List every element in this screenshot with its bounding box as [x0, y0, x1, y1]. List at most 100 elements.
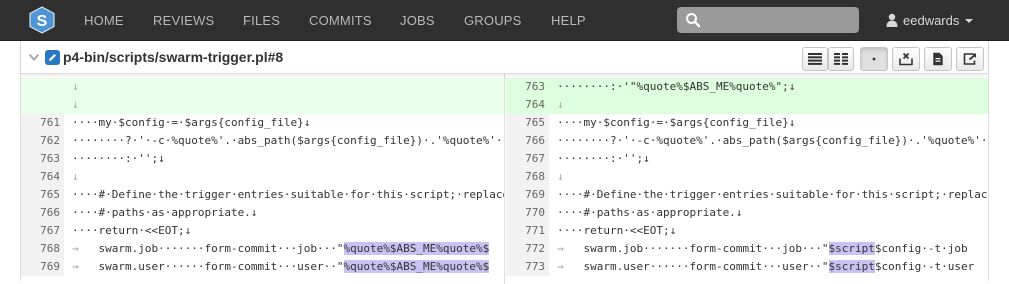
line-number: 768 [506, 168, 549, 186]
edit-icon [45, 50, 60, 65]
nav-jobs[interactable]: JOBS [400, 0, 435, 41]
share-icon [963, 53, 976, 65]
line-number: 763 [21, 150, 64, 168]
svg-text:S: S [37, 13, 48, 30]
diff-row: 768 → swarm.job·······form-commit···job·… [21, 240, 504, 258]
inline-view-button[interactable] [802, 47, 828, 71]
diff-row: 767 ········:·'';↓ [506, 150, 988, 168]
line-code: → swarm.user······form-commit···user··"%… [64, 258, 504, 276]
line-number: 765 [21, 186, 64, 204]
diff-row: 773 → swarm.user······form-commit···user… [506, 258, 988, 276]
tray-x-icon [899, 52, 913, 66]
line-code: ········:·'"%quote%$ABS_ME%quote%";↓ [549, 78, 988, 96]
show-whitespace-button[interactable] [860, 47, 888, 71]
open-external-button[interactable] [956, 47, 984, 71]
line-number: 768 [21, 240, 64, 258]
diff-row: 764 ↓ [21, 168, 504, 186]
whitespace-dot-icon [872, 57, 876, 61]
nav-home[interactable]: HOME [84, 0, 124, 41]
tab-arrow-icon: → [72, 260, 79, 273]
line-code: ↓ [549, 96, 988, 114]
side-by-side-view-button[interactable] [828, 47, 854, 71]
tab-arrow-icon: → [557, 242, 564, 255]
line-code: → swarm.user······form-commit···user··"$… [549, 258, 988, 276]
line-code: ····#·paths·as·appropriate.↓ [557, 206, 743, 219]
line-number [21, 78, 64, 96]
line-code: ····#·paths·as·appropriate.↓ [72, 206, 258, 219]
diff-right-pane: 763 ········:·'"%quote%$ABS_ME%quote%";↓… [506, 74, 988, 284]
diff-view: ↓ ↓ 761 ····my·$config·=·$args{config_fi… [21, 74, 988, 284]
file-name[interactable]: p4-bin/scripts/swarm-trigger.pl#8 [63, 49, 283, 65]
code-text: swarm.user······form-commit···user··" [583, 260, 829, 273]
line-number: 770 [506, 204, 549, 222]
line-number: 762 [21, 132, 64, 150]
line-number: 767 [21, 222, 64, 240]
line-code: → swarm.job·······form-commit···job···"$… [549, 240, 988, 258]
diff-row: ↓ [21, 78, 504, 96]
username: eedwards [903, 13, 960, 28]
line-number: 769 [506, 186, 549, 204]
line-code: ↓ [557, 170, 564, 183]
nav-help[interactable]: HELP [551, 0, 586, 41]
caret-down-icon [965, 19, 974, 23]
search-input[interactable] [705, 9, 853, 31]
diff-row: 761 ····my·$config·=·$args{config_file}↓ [21, 114, 504, 132]
nav-files[interactable]: FILES [243, 0, 280, 41]
line-code: ↓ [72, 170, 79, 183]
diff-row: 764 ↓ [506, 96, 988, 114]
diff-row: ↓ [21, 96, 504, 114]
diff-row: 762 ········?·'·-c·%quote%'.·abs_path($a… [21, 132, 504, 150]
line-code: ········:·'';↓ [557, 152, 650, 165]
line-number: 767 [506, 150, 549, 168]
code-text: $config·-t·user [874, 260, 975, 273]
view-file-button[interactable] [924, 47, 952, 71]
diff-row: 771 ····return·<<EOT;↓ [506, 222, 988, 240]
changed-text: $script [828, 260, 875, 273]
diff-row: 763 ········:·'';↓ [21, 150, 504, 168]
line-number: 772 [506, 240, 549, 258]
diff-row: 765 ····#·Define·the·trigger·entries·sui… [21, 186, 504, 204]
chevron-down-icon[interactable] [28, 52, 40, 62]
list-icon [808, 53, 822, 65]
line-number: 764 [21, 168, 64, 186]
line-number: 766 [506, 132, 549, 150]
user-menu[interactable]: eedwards [886, 0, 974, 41]
file-header: p4-bin/scripts/swarm-trigger.pl#8 [21, 41, 988, 74]
code-text: swarm.user······form-commit···user··" [98, 260, 344, 273]
diff-left-pane: ↓ ↓ 761 ····my·$config·=·$args{config_fi… [21, 74, 505, 284]
diff-row: 770 ····#·paths·as·appropriate.↓ [506, 204, 988, 222]
line-number [21, 96, 64, 114]
line-code: → swarm.job·······form-commit···job···"%… [64, 240, 504, 258]
changed-text: $script [828, 242, 875, 255]
tab-arrow-icon: → [557, 260, 564, 273]
nav-reviews[interactable]: REVIEWS [153, 0, 214, 41]
line-code: ↓ [64, 96, 504, 114]
line-number: 764 [506, 96, 549, 114]
swarm-logo-icon[interactable]: S [29, 6, 55, 34]
line-code: ····return·<<EOT;↓ [557, 224, 677, 237]
diff-row: 765 ····my·$config·=·$args{config_file}↓ [506, 114, 988, 132]
user-icon [886, 13, 898, 27]
line-code: ····return·<<EOT;↓ [72, 224, 192, 237]
line-number: 769 [21, 258, 64, 276]
line-code: ········?·'·-c·%quote%'.·abs_path($args{… [72, 134, 505, 147]
nav-commits[interactable]: COMMITS [309, 0, 372, 41]
diff-row: 763 ········:·'"%quote%$ABS_ME%quote%";↓ [506, 78, 988, 96]
search-box[interactable] [677, 7, 859, 33]
line-number: 766 [21, 204, 64, 222]
line-number: 763 [506, 78, 549, 96]
line-number: 773 [506, 258, 549, 276]
ignore-whitespace-button[interactable] [892, 47, 920, 71]
diff-row: 769 → swarm.user······form-commit···user… [21, 258, 504, 276]
line-number: 771 [506, 222, 549, 240]
top-navbar: S HOME REVIEWS FILES COMMITS JOBS GROUPS… [0, 0, 1009, 41]
line-code: ········:·'';↓ [72, 152, 165, 165]
code-text: swarm.job·······form-commit···job···" [98, 242, 344, 255]
diff-row: 769 ····#·Define·the·trigger·entries·sui… [506, 186, 988, 204]
search-icon [686, 13, 701, 28]
nav-groups[interactable]: GROUPS [464, 0, 522, 41]
line-code: ····my·$config·=·$args{config_file}↓ [72, 116, 311, 129]
tab-arrow-icon: → [72, 242, 79, 255]
line-code: ····#·Define·the·trigger·entries·suitabl… [72, 188, 505, 201]
line-code: ····#·Define·the·trigger·entries·suitabl… [557, 188, 988, 201]
